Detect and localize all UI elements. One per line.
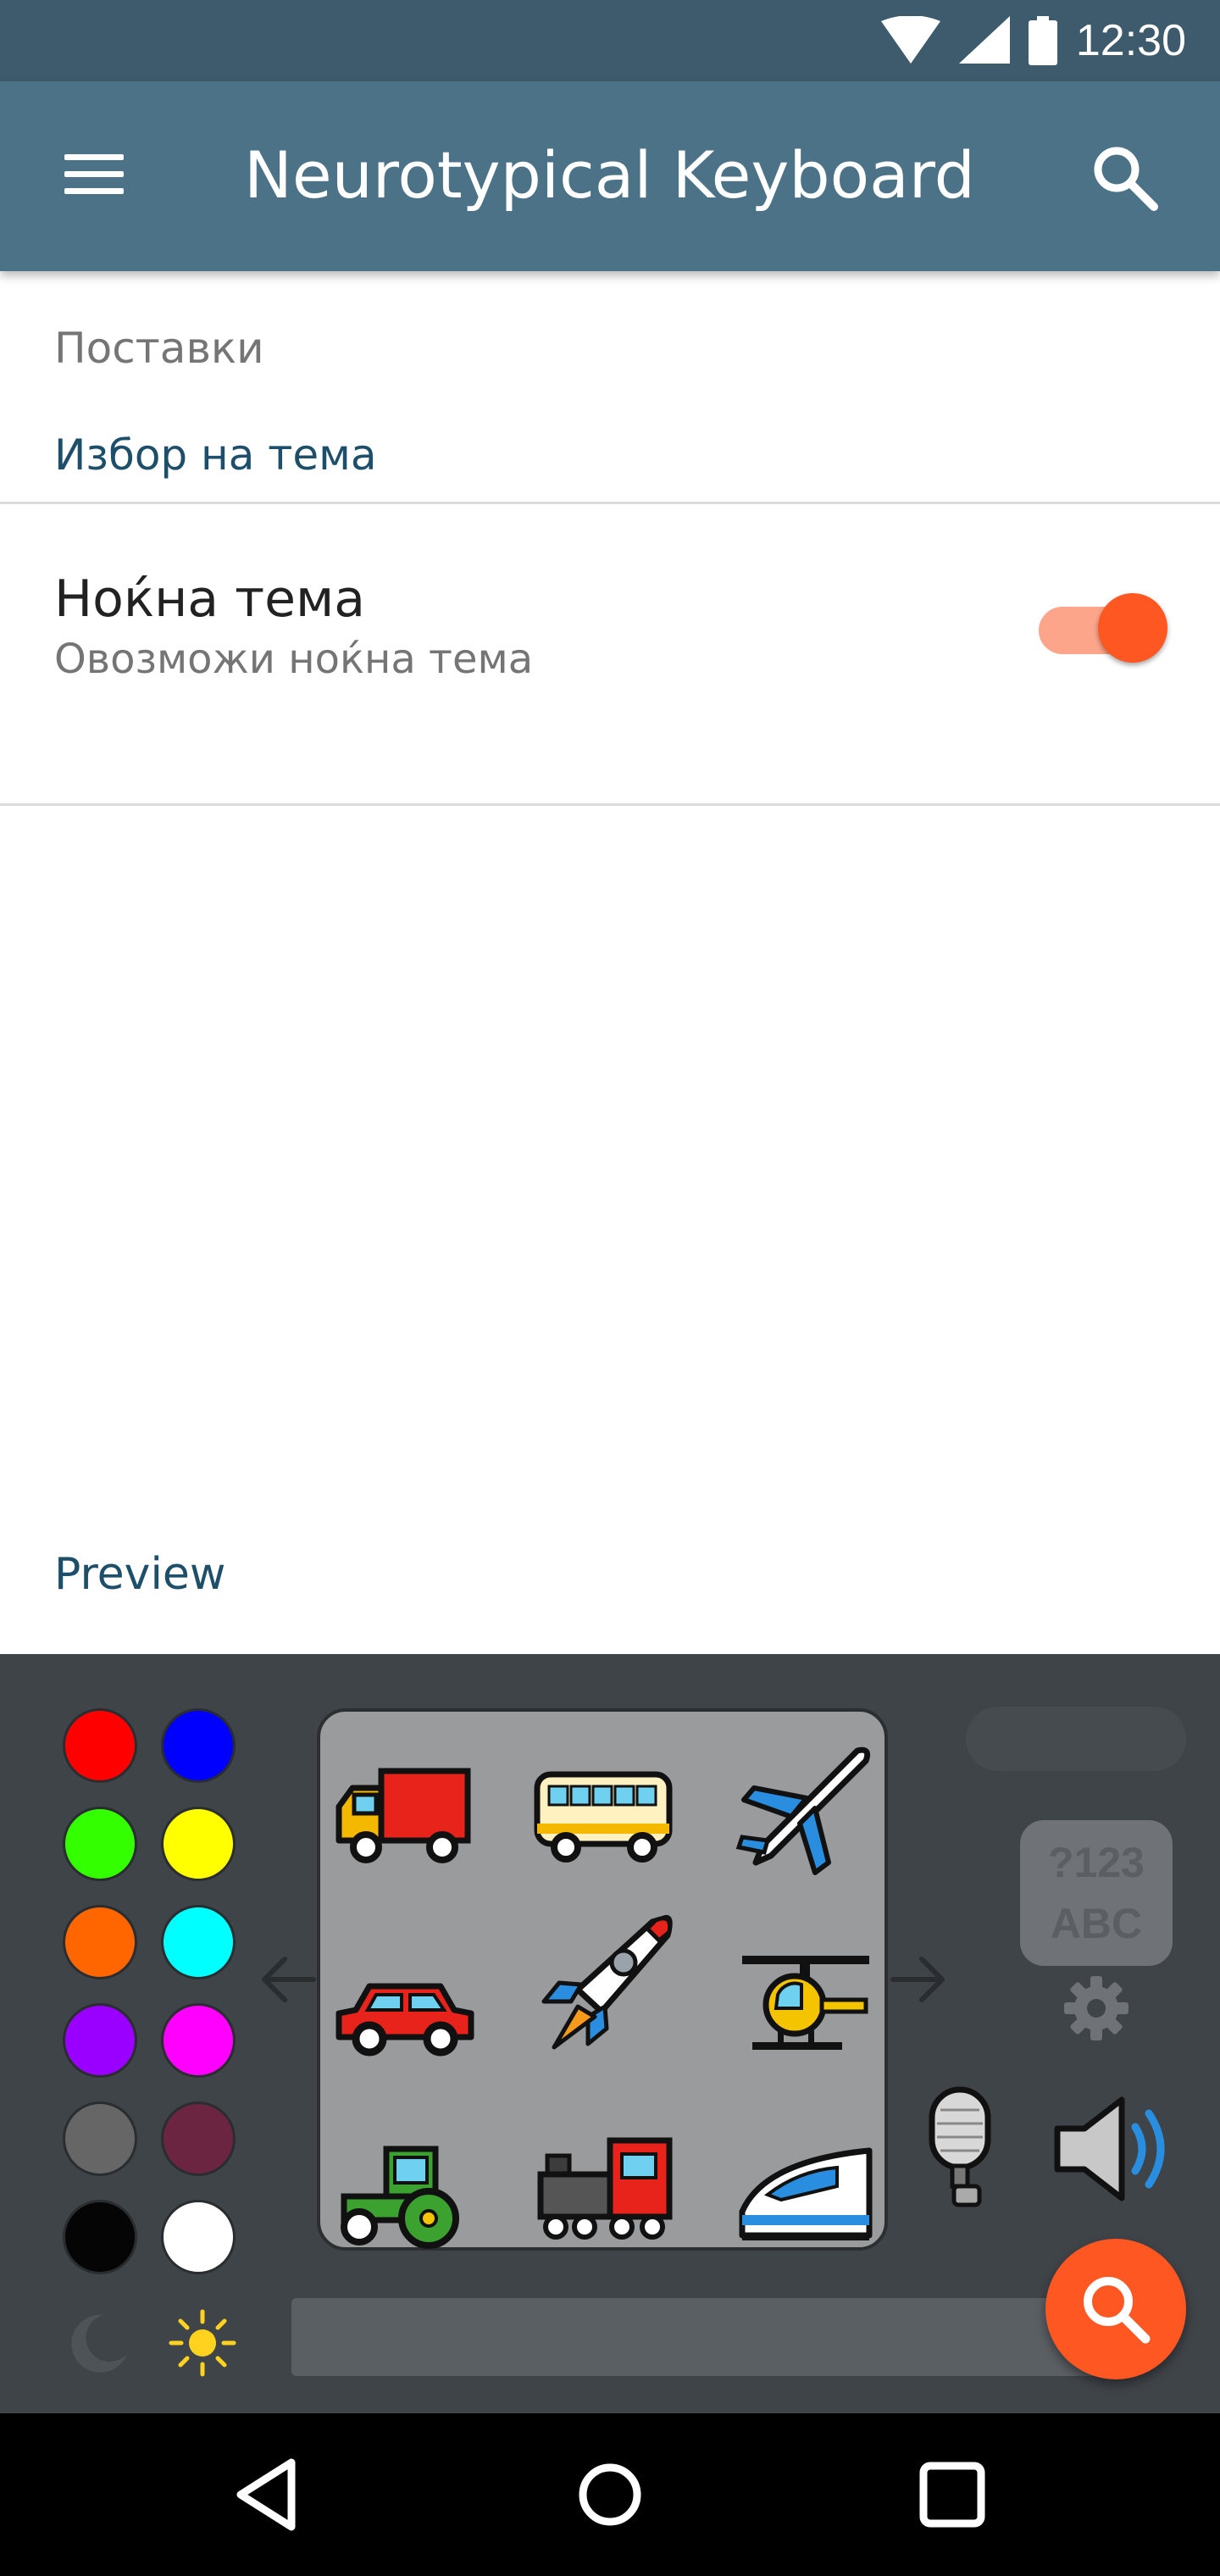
color-swatch-purple[interactable]: [63, 2003, 137, 2078]
color-swatch-magenta[interactable]: [161, 2003, 236, 2078]
status-bar: 12:30: [0, 0, 1220, 81]
mode-key-numeric-label: ?123: [1048, 1839, 1145, 1886]
color-swatch-white[interactable]: [161, 2200, 236, 2274]
color-swatch-green[interactable]: [63, 1807, 137, 1881]
home-icon[interactable]: [563, 2447, 657, 2542]
sun-icon[interactable]: [164, 2305, 241, 2381]
color-swatch-gray[interactable]: [63, 2101, 137, 2176]
delivery-truck-icon[interactable]: [329, 1746, 481, 1890]
microphone-icon[interactable]: [912, 2085, 1022, 2212]
night-theme-summary: Овозможи ноќна тема: [54, 636, 534, 683]
switch-thumb: [1098, 593, 1167, 663]
airplane-icon[interactable]: [730, 1735, 883, 1879]
mode-key-alpha-label: ABC: [1050, 1900, 1143, 1947]
clock: 12:30: [1075, 16, 1186, 65]
bus-icon[interactable]: [529, 1746, 681, 1890]
mode-switch-key[interactable]: ?123 ABC: [1020, 1820, 1173, 1966]
moon-icon[interactable]: [64, 2310, 132, 2378]
car-icon[interactable]: [329, 1934, 481, 2078]
search-icon: [1084, 2277, 1151, 2344]
locomotive-icon[interactable]: [529, 2115, 681, 2259]
signal-icon: [958, 16, 1010, 64]
suggestion-pill[interactable]: [966, 1707, 1186, 1771]
arrow-left-icon[interactable]: [254, 1946, 322, 2013]
app-bar: Neurotypical Keyboard: [0, 81, 1220, 271]
menu-icon[interactable]: [58, 149, 130, 200]
preview-text-field[interactable]: [291, 2298, 1139, 2376]
battery-icon: [1028, 16, 1057, 65]
bullet-train-icon[interactable]: [730, 2127, 883, 2271]
divider: [0, 803, 1220, 806]
gear-icon[interactable]: [1061, 1973, 1132, 2044]
back-icon[interactable]: [222, 2447, 317, 2542]
keyboard-preview: ?123 ABC: [0, 1654, 1220, 2413]
rocket-icon[interactable]: [529, 1912, 681, 2056]
arrow-right-icon[interactable]: [884, 1946, 952, 2013]
tractor-icon[interactable]: [329, 2118, 481, 2262]
color-swatch-cyan[interactable]: [161, 1905, 236, 1979]
divider: [0, 502, 1220, 504]
theme-subheader: Избор на тема: [54, 430, 377, 480]
color-swatch-orange[interactable]: [63, 1905, 137, 1979]
color-swatch-red[interactable]: [63, 1708, 137, 1783]
search-icon[interactable]: [1088, 141, 1162, 215]
night-theme-title: Нoќна тема: [54, 569, 366, 629]
color-swatch-blue[interactable]: [161, 1708, 236, 1783]
color-swatch-black[interactable]: [63, 2200, 137, 2274]
color-swatch-yellow[interactable]: [161, 1807, 236, 1881]
search-fab[interactable]: [1045, 2239, 1186, 2379]
wifi-icon: [880, 16, 940, 64]
recents-icon[interactable]: [905, 2447, 1000, 2542]
app-title: Neurotypical Keyboard: [244, 137, 975, 213]
emoji-tray: [317, 1708, 888, 2251]
navigation-bar: [0, 2413, 1220, 2576]
preview-label: Preview: [54, 1549, 226, 1600]
color-swatch-maroon[interactable]: [161, 2101, 236, 2176]
settings-category: Поставки: [54, 324, 264, 373]
speaker-icon[interactable]: [1049, 2090, 1184, 2208]
helicopter-icon[interactable]: [730, 1934, 883, 2078]
